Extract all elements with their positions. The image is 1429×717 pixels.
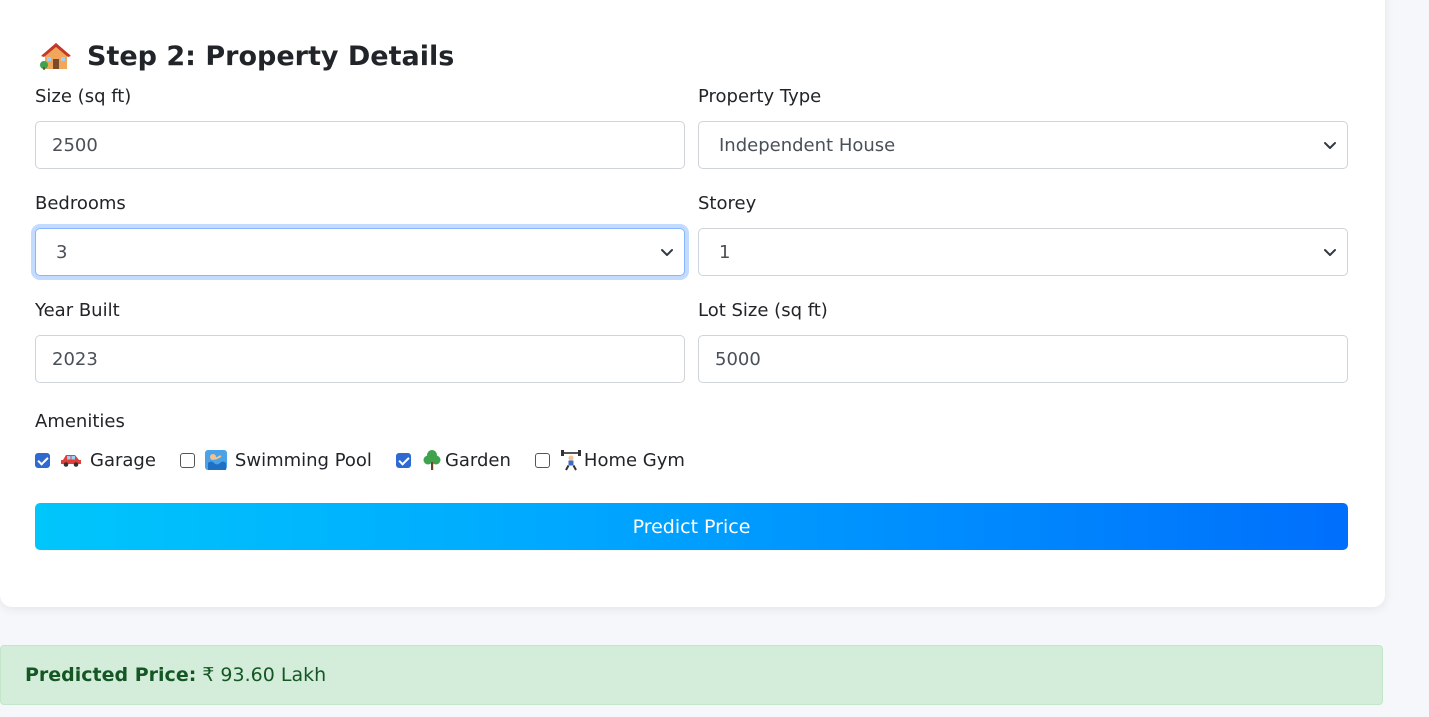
amenity-garden-label: Garden — [444, 449, 511, 471]
step-title: Step 2: Property Details — [35, 37, 454, 75]
amenities-list: Garage Swimming Pool Garden Home Gym — [35, 446, 709, 474]
chevron-down-icon — [1324, 142, 1336, 149]
lot-size-value: 5000 — [715, 348, 761, 370]
year-built-value: 2023 — [52, 348, 98, 370]
amenity-swimming-pool[interactable]: Swimming Pool — [179, 449, 372, 471]
form-row-1: Size (sq ft) 2500 Property Type Independ… — [35, 85, 1348, 175]
bedrooms-group: Bedrooms 3 — [35, 192, 685, 276]
property-type-group: Property Type Independent House — [698, 85, 1348, 169]
tree-icon — [421, 449, 443, 471]
amenity-garage[interactable]: Garage — [35, 449, 156, 471]
amenity-garage-label: Garage — [90, 449, 156, 471]
storey-select[interactable]: 1 — [698, 228, 1348, 276]
size-value: 2500 — [52, 134, 98, 156]
amenity-swimming-pool-label: Swimming Pool — [234, 449, 372, 471]
predicted-price-value: ₹ 93.60 Lakh — [202, 664, 327, 686]
car-icon — [60, 449, 82, 471]
property-type-value: Independent House — [719, 134, 896, 156]
chevron-down-icon — [1324, 249, 1336, 256]
swimmer-icon — [204, 449, 227, 471]
amenity-home-gym-label: Home Gym — [583, 449, 685, 471]
chevron-down-icon — [661, 249, 673, 256]
size-group: Size (sq ft) 2500 — [35, 85, 685, 169]
property-details-card: Step 2: Property Details Size (sq ft) 25… — [0, 0, 1385, 607]
bedrooms-label: Bedrooms — [35, 193, 126, 214]
storey-label: Storey — [698, 193, 757, 214]
property-type-select[interactable]: Independent House — [698, 121, 1348, 169]
swimming-pool-checkbox[interactable] — [179, 452, 195, 468]
bedrooms-select[interactable]: 3 — [35, 228, 685, 276]
home-gym-checkbox[interactable] — [534, 452, 550, 468]
predicted-price-label: Predicted Price: — [25, 664, 197, 686]
form-row-3: Year Built 2023 Lot Size (sq ft) 5000 — [35, 299, 1348, 389]
size-input[interactable]: 2500 — [35, 121, 685, 169]
amenity-home-gym[interactable]: Home Gym — [534, 449, 685, 471]
lot-size-label: Lot Size (sq ft) — [698, 300, 828, 321]
weightlifter-icon — [560, 449, 582, 471]
house-icon — [39, 39, 73, 73]
year-built-label: Year Built — [35, 300, 120, 321]
amenities-label: Amenities — [35, 411, 125, 432]
amenity-garden[interactable]: Garden — [395, 449, 511, 471]
predicted-price-alert: Predicted Price: ₹ 93.60 Lakh — [0, 645, 1383, 705]
predict-price-button[interactable]: Predict Price — [35, 503, 1348, 550]
lot-size-input[interactable]: 5000 — [698, 335, 1348, 383]
lot-size-group: Lot Size (sq ft) 5000 — [698, 299, 1348, 383]
property-type-label: Property Type — [698, 86, 822, 107]
form-row-2: Bedrooms 3 Storey 1 — [35, 192, 1348, 282]
garage-checkbox[interactable] — [35, 452, 50, 468]
storey-value: 1 — [719, 241, 731, 263]
garden-checkbox[interactable] — [395, 452, 411, 468]
storey-group: Storey 1 — [698, 192, 1348, 276]
step-title-text: Step 2: Property Details — [87, 40, 455, 72]
bedrooms-value: 3 — [56, 241, 68, 263]
size-label: Size (sq ft) — [35, 86, 132, 107]
year-built-input[interactable]: 2023 — [35, 335, 685, 383]
year-built-group: Year Built 2023 — [35, 299, 685, 383]
